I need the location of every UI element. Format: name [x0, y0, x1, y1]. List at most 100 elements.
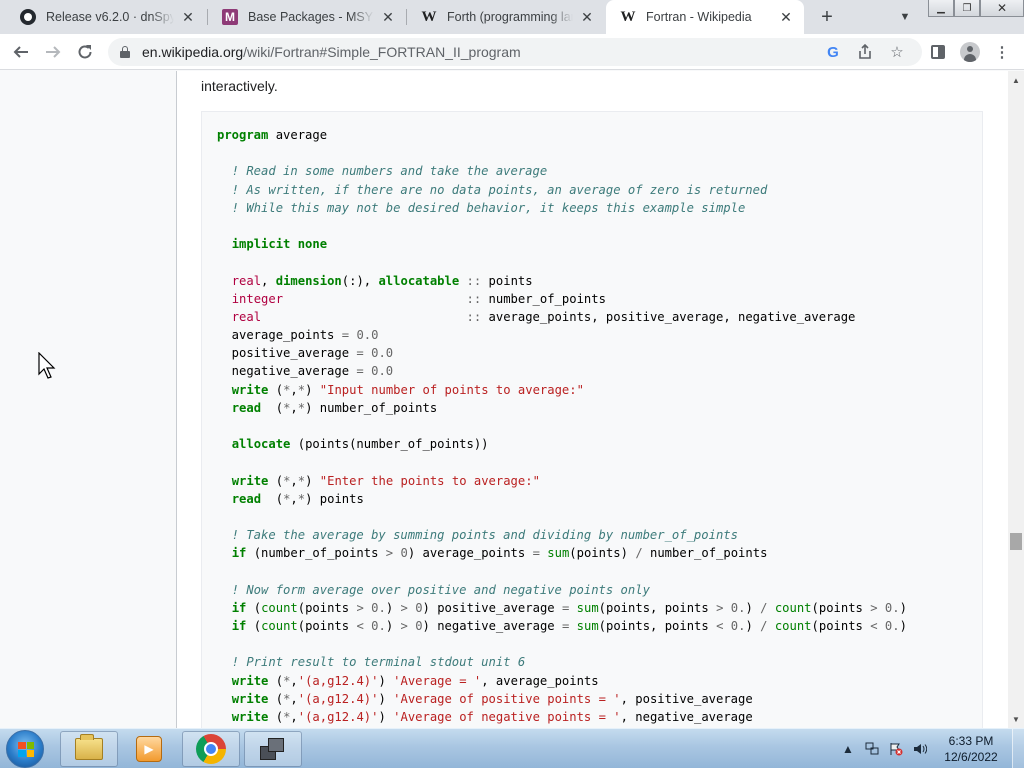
taskbar-windows[interactable] — [244, 731, 302, 767]
mouse-pointer-icon — [38, 352, 56, 379]
tab-msys2[interactable]: M Base Packages - MSYS2 Packages ✕ — [208, 0, 406, 34]
code-token: sum — [576, 619, 599, 634]
system-tray: ▲ — [840, 729, 928, 768]
code-token: , — [290, 382, 298, 397]
code-token: > — [400, 600, 408, 615]
restore-button[interactable]: ❐ — [954, 0, 980, 17]
bookmark-star-icon[interactable]: ☆ — [887, 42, 907, 62]
page-scrollbar[interactable]: ▲ ▼ — [1008, 71, 1024, 728]
code-token: write — [231, 673, 269, 688]
code-token: ) — [378, 710, 394, 724]
code-token: average_points — [217, 328, 342, 343]
new-tab-button[interactable]: + — [816, 6, 838, 28]
arrow-right-icon — [46, 46, 61, 58]
reload-icon — [78, 45, 92, 59]
back-button[interactable] — [8, 40, 34, 64]
code-token: ) — [378, 673, 394, 688]
start-button[interactable] — [6, 730, 44, 768]
tab-title: Fortran - Wikipedia — [646, 10, 752, 24]
chevron-down-icon[interactable]: ▼ — [896, 8, 914, 26]
scroll-up-arrow-icon[interactable]: ▲ — [1008, 73, 1024, 87]
code-token: count — [261, 600, 298, 615]
code-token: count — [261, 619, 298, 634]
code-line: write (*,'(a,g12.4)') 'Average of positi… — [217, 690, 907, 708]
code-token: points — [481, 273, 533, 288]
code-token: ) negative_average — [422, 619, 562, 634]
forward-button[interactable] — [40, 40, 66, 64]
code-token: number_of_points — [642, 546, 768, 561]
action-center-flag-icon[interactable] — [888, 741, 904, 757]
close-icon[interactable]: ✕ — [778, 9, 794, 25]
code-token: ) — [899, 600, 907, 615]
kebab-menu-icon[interactable]: ⋮ — [992, 42, 1012, 62]
google-icon[interactable]: G — [823, 42, 843, 62]
tab-dnspy[interactable]: Release v6.2.0 · dnSpyEx/dnSpy ✕ — [6, 0, 206, 34]
code-token: count — [774, 600, 812, 615]
minimize-button[interactable]: ▁ — [928, 0, 954, 17]
code-token: 0 — [400, 546, 408, 561]
code-line: real :: average_points, positive_average… — [217, 308, 907, 326]
share-icon[interactable] — [855, 42, 875, 62]
taskbar-media-player[interactable]: ▶ — [120, 731, 178, 767]
volume-icon[interactable] — [912, 741, 928, 757]
code-block: program average ! Read in some numbers a… — [201, 111, 983, 728]
url-path: /wiki/Fortran#Simple_FORTRAN_II_program — [243, 44, 521, 60]
taskbar-chrome[interactable] — [182, 731, 240, 767]
code-token: (points — [811, 619, 871, 634]
code-token: ( — [268, 691, 284, 706]
close-icon[interactable]: ✕ — [180, 9, 196, 25]
show-desktop-button[interactable] — [1012, 729, 1024, 768]
code-token: ) — [745, 600, 761, 615]
show-hidden-icons-icon[interactable]: ▲ — [840, 741, 856, 757]
code-token: , — [290, 400, 298, 415]
profile-avatar[interactable] — [960, 42, 980, 62]
scroll-down-arrow-icon[interactable]: ▼ — [1008, 712, 1024, 726]
side-panel-icon[interactable] — [928, 42, 948, 62]
code-token: allocatable — [378, 273, 460, 288]
code-token: ) — [745, 619, 761, 634]
reload-button[interactable] — [72, 40, 98, 64]
code-token: ) — [385, 600, 401, 615]
system-clock[interactable]: 6:33 PM 12/6/2022 — [936, 733, 1006, 765]
code-token: allocate — [231, 437, 291, 452]
github-icon — [20, 9, 36, 25]
code-line: integer :: number_of_points — [217, 290, 907, 308]
close-window-button[interactable]: ✕ — [980, 0, 1024, 17]
scrollbar-thumb[interactable] — [1010, 533, 1022, 550]
tab-title: Base Packages - MSYS2 Packages — [248, 10, 374, 24]
network-icon[interactable] — [864, 741, 880, 757]
code-token: '(a,g12.4)' — [297, 710, 379, 724]
code-line: real, dimension(:), allocatable :: point… — [217, 272, 907, 290]
code-token: , — [290, 710, 298, 724]
code-line: ! Now form average over positive and neg… — [217, 581, 907, 599]
url-text[interactable]: en.wikipedia.org/wiki/Fortran#Simple_FOR… — [142, 44, 521, 60]
code-token: real — [231, 309, 262, 324]
code-token: :: — [466, 309, 482, 324]
code-token: ( — [268, 382, 284, 397]
tab-forth[interactable]: W Forth (programming language) ✕ — [407, 0, 605, 34]
taskbar-explorer[interactable] — [60, 731, 118, 767]
lock-icon[interactable] — [120, 46, 130, 58]
tab-fortran[interactable]: W Fortran - Wikipedia ✕ — [606, 0, 804, 34]
code-token: count — [774, 619, 812, 634]
windows-logo-icon — [18, 742, 34, 757]
code-token: write — [231, 473, 269, 488]
address-bar[interactable]: en.wikipedia.org/wiki/Fortran#Simple_FOR… — [108, 38, 922, 66]
close-icon[interactable]: ✕ — [579, 9, 595, 25]
fortran-code: program average ! Read in some numbers a… — [217, 126, 907, 726]
close-icon[interactable]: ✕ — [380, 9, 396, 25]
code-token: / — [635, 546, 643, 561]
